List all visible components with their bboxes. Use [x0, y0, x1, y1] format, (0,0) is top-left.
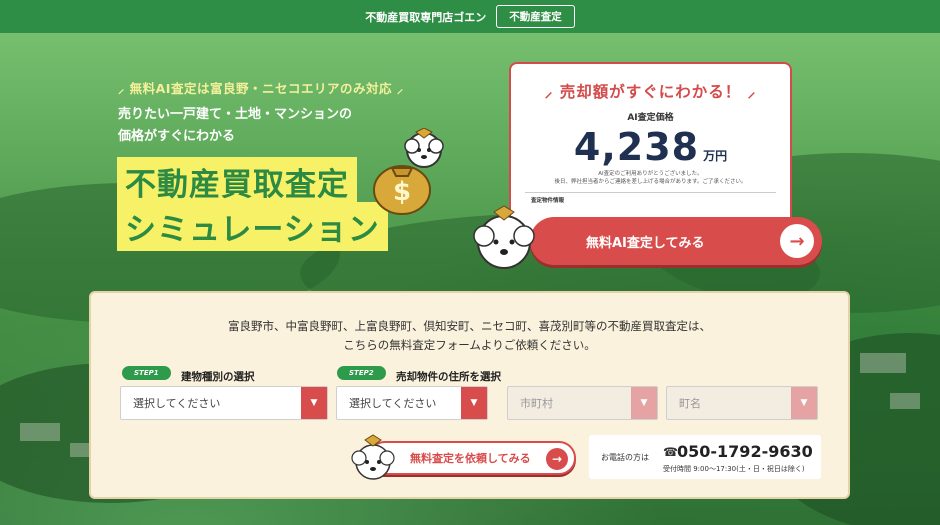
phone-number[interactable]: 050-1792-9630	[677, 442, 813, 461]
building-type-select[interactable]: 選択してください ▼	[120, 386, 328, 420]
price-unit: 万円	[703, 149, 728, 163]
chevron-down-icon: ▼	[301, 387, 327, 419]
town-value: 町名	[679, 397, 701, 410]
intro-line-2: こちらの無料査定フォームよりご依頼ください。	[343, 338, 596, 352]
phone-hours: 受付時間 9:00〜17:30(土・日・祝日は除く)	[663, 465, 805, 473]
chevron-down-icon: ▼	[791, 387, 817, 419]
ai-result-card: ⸝ 売却額がすぐにわかる！ ⸝ AI査定価格 4,238 万円 AI査定のご利用あ…	[509, 62, 792, 232]
arrow-right-icon: →	[546, 448, 568, 470]
city-select[interactable]: 市町村 ▼	[507, 386, 658, 420]
phone-contact-box: お電話の方は ☎ 050-1792-9630 受付時間 9:00〜17:30(土…	[589, 435, 821, 479]
svg-text:$: $	[393, 177, 411, 207]
city-value: 市町村	[520, 397, 553, 410]
phone-icon: ☎	[663, 445, 678, 459]
card-divider	[525, 192, 776, 193]
note-line-1: AI査定のご利用ありがとうございました。	[598, 171, 703, 177]
step1-label: 建物種別の選択	[181, 371, 255, 383]
step1-badge: STEP1	[122, 366, 171, 380]
step2-label: 売却物件の住所を選択	[396, 371, 501, 383]
sparkle-icon: ⸝	[544, 83, 560, 101]
request-assessment-button[interactable]: 無料査定を依頼してみる →	[368, 441, 576, 475]
ai-assess-button[interactable]: 無料AI査定してみる →	[530, 217, 822, 265]
building-type-value: 選択してください	[133, 397, 221, 410]
card-title-text: 売却額がすぐにわかる！	[559, 83, 742, 101]
step2-badge: STEP2	[337, 366, 386, 380]
headline-line-1: 不動産買取査定	[117, 157, 357, 206]
intro-line-1: 富良野市、中富良野町、上富良野町、倶知安町、ニセコ町、喜茂別町等の不動産買取査定…	[228, 319, 711, 333]
card-title: ⸝ 売却額がすぐにわかる！ ⸝	[511, 80, 790, 102]
prefecture-value: 選択してください	[349, 397, 437, 410]
hero-subtitle: 売りたい一戸建て・土地・マンションの 価格がすぐにわかる	[118, 104, 368, 148]
arrow-right-icon: →	[780, 224, 814, 258]
site-brand[interactable]: 不動産買取専門店ゴエン	[365, 9, 486, 25]
price-display: 4,238 万円	[511, 125, 790, 169]
tagline-text: 無料AI査定は富良野・ニセコエリアのみ対応	[129, 81, 392, 96]
ai-assess-button-label: 無料AI査定してみる	[586, 235, 705, 251]
dog-mascot-icon	[472, 202, 536, 272]
chevron-down-icon: ▼	[631, 387, 657, 419]
chevron-down-icon: ▼	[461, 387, 487, 419]
note-line-2: 後日、弊社担当者からご連絡を差し上げる場合があります。ご了承ください。	[554, 179, 747, 185]
subtitle-line-1: 売りたい一戸建て・土地・マンションの	[118, 107, 353, 122]
property-info-label: 査定物件情報	[531, 198, 565, 204]
prefecture-select[interactable]: 選択してください ▼	[336, 386, 488, 420]
tagline: ⸝ 無料AI査定は富良野・ニセコエリアのみ対応 ⸝	[118, 78, 404, 97]
phone-lead: お電話の方は	[601, 453, 649, 462]
nav-assessment-button[interactable]: 不動産査定	[496, 5, 575, 28]
request-assessment-label: 無料査定を依頼してみる	[410, 452, 531, 465]
card-note: AI査定のご利用ありがとうございました。 後日、弊社担当者からご連絡を差し上げる…	[511, 170, 790, 186]
sparkle-icon: ⸝	[118, 81, 125, 96]
headline-line-2: シミュレーション	[117, 202, 388, 251]
subtitle-line-2: 価格がすぐにわかる	[118, 129, 236, 144]
dog-mascot-with-money-bag-icon: $	[368, 127, 450, 218]
form-intro: 富良野市、中富良野町、上富良野町、倶知安町、ニセコ町、喜茂別町等の不動産買取査定…	[91, 317, 848, 355]
sparkle-icon: ⸝	[396, 81, 404, 96]
price-value: 4,238	[573, 125, 700, 169]
top-header: 不動産買取専門店ゴエン 不動産査定	[0, 0, 940, 33]
dog-mascot-icon	[350, 432, 396, 482]
town-select[interactable]: 町名 ▼	[666, 386, 818, 420]
sparkle-icon: ⸝	[741, 83, 757, 101]
card-price-label: AI査定価格	[627, 113, 674, 123]
